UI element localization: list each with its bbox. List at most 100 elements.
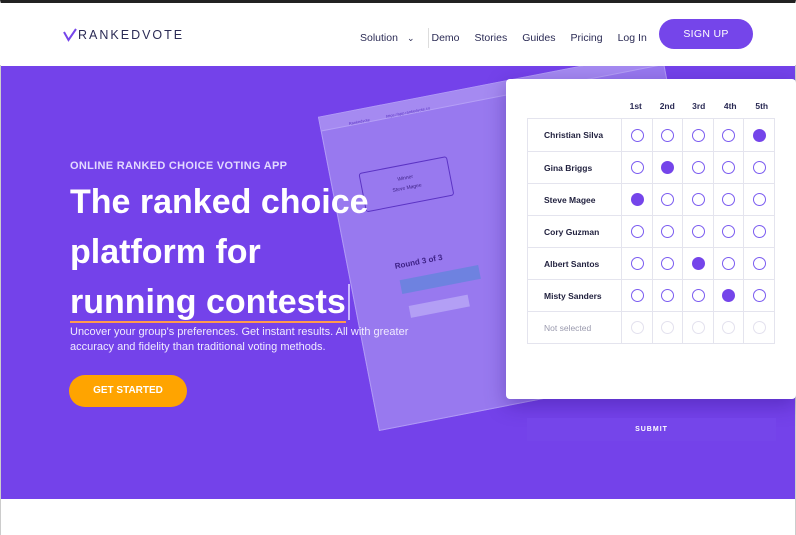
get-started-button[interactable]: GET STARTED [69,375,187,407]
rank-radio[interactable] [630,161,644,174]
rank-radio[interactable] [752,257,766,270]
rank-cell [621,183,652,216]
rank-cell [621,279,652,312]
rank-radio[interactable] [722,257,736,270]
rank-cell [743,151,774,184]
rank-radio[interactable] [722,321,736,334]
rank-cell [712,183,744,216]
rank-radio[interactable] [722,225,736,238]
headline-accent: running contests [70,277,346,327]
rank-cell [743,215,774,248]
rank-radio[interactable] [752,289,766,302]
candidate-name: Christian Silva [544,130,604,140]
rank-radio[interactable] [661,289,675,302]
rank-cell [712,279,744,312]
candidate-name: Not selected [544,322,592,333]
ballot-card: 1st 2nd 3rd 4th 5th Christian Silva Gina … [506,79,796,441]
rank-cell [712,215,744,248]
rank-column-header: 4th [723,101,737,111]
rank-column-header: 5th [755,101,769,111]
rank-cell [682,247,713,280]
rank-cell [682,119,713,151]
rank-cell [651,183,683,216]
candidate-name: Cory Guzman [544,226,600,237]
rank-cell [651,215,683,248]
rank-cell [682,279,713,312]
rank-radio[interactable] [661,225,675,238]
mockup-tab-title: Rankedvote [348,117,371,127]
rank-radio[interactable] [630,193,644,206]
hero-headline: The ranked choice platform for running c… [70,177,430,327]
rank-radio[interactable] [630,257,644,270]
nav-demo[interactable]: Demo [432,32,460,44]
rank-column-header: 3rd [692,101,706,111]
typing-caret [347,284,350,320]
rank-radio[interactable] [752,193,766,206]
rank-radio[interactable] [661,321,675,334]
rank-cell [712,151,744,184]
rank-radio[interactable] [691,128,705,142]
nav-pricing[interactable]: Pricing [570,32,602,44]
rank-radio[interactable] [661,128,675,142]
ballot-row: Christian Silva [528,119,774,151]
brand-name: RANKEDVOTE [78,28,185,42]
rank-radio[interactable] [630,289,644,302]
checkmark-logo-icon [63,28,77,42]
rank-radio[interactable] [630,225,644,238]
rank-cell [712,119,744,151]
rank-radio[interactable] [722,193,736,206]
rank-cell [682,151,713,184]
rank-radio[interactable] [722,128,736,142]
mockup-url: https://app.rankedvote.co [385,105,431,119]
rank-radio[interactable] [661,257,675,270]
rank-cell [682,311,713,344]
candidate-name: Albert Santos [544,258,600,269]
main-nav: Solution ⌄ Demo Stories Guides Pricing L… [360,28,662,48]
rank-radio[interactable] [630,321,644,334]
submit-button[interactable]: SUBMIT [527,418,776,441]
rank-column-headers: 1st 2nd 3rd 4th 5th [620,101,778,111]
nav-solution[interactable]: Solution ⌄ [360,32,415,44]
rank-radio[interactable] [752,225,766,238]
rank-cell [651,119,683,151]
rank-cell [621,247,652,280]
rank-radio[interactable] [630,128,644,142]
rank-radio[interactable] [691,193,705,206]
brand-logo[interactable]: RANKEDVOTE [63,28,184,42]
rank-radio[interactable] [661,193,675,206]
rank-cell [621,151,652,184]
hero-subcopy: Uncover your group's preferences. Get in… [70,326,409,353]
candidate-name: Misty Sanders [544,290,602,301]
rank-radio[interactable] [722,289,736,302]
rank-cell [712,247,744,280]
ballot-row: Cory Guzman [528,215,774,248]
rank-cell [651,247,683,280]
rank-radio[interactable] [752,128,766,142]
rank-cell [743,311,774,344]
nav-guides[interactable]: Guides [522,32,555,44]
ballot-row: Gina Briggs [528,151,774,184]
rank-column-header: 1st [629,101,642,111]
rank-radio[interactable] [691,321,705,334]
rank-radio[interactable] [661,161,675,174]
nav-login[interactable]: Log In [618,32,647,44]
rank-radio[interactable] [691,225,705,238]
rank-cell [743,119,774,151]
rank-cell [651,151,683,184]
rank-radio[interactable] [752,161,766,174]
rank-radio[interactable] [722,161,736,174]
rank-radio[interactable] [752,321,766,334]
rank-radio[interactable] [691,161,705,174]
rank-cell [682,215,713,248]
rank-radio[interactable] [691,289,705,302]
rank-cell [621,311,652,344]
rank-radio[interactable] [691,257,705,270]
nav-divider [427,28,429,48]
rank-cell [712,311,744,344]
signup-button[interactable]: SIGN UP [659,19,753,49]
headline-lead: The ranked choice platform for [70,183,369,271]
nav-stories[interactable]: Stories [475,32,508,44]
rank-cell [743,279,774,312]
nav-solution-label: Solution [360,32,398,44]
rank-cell [743,183,774,216]
